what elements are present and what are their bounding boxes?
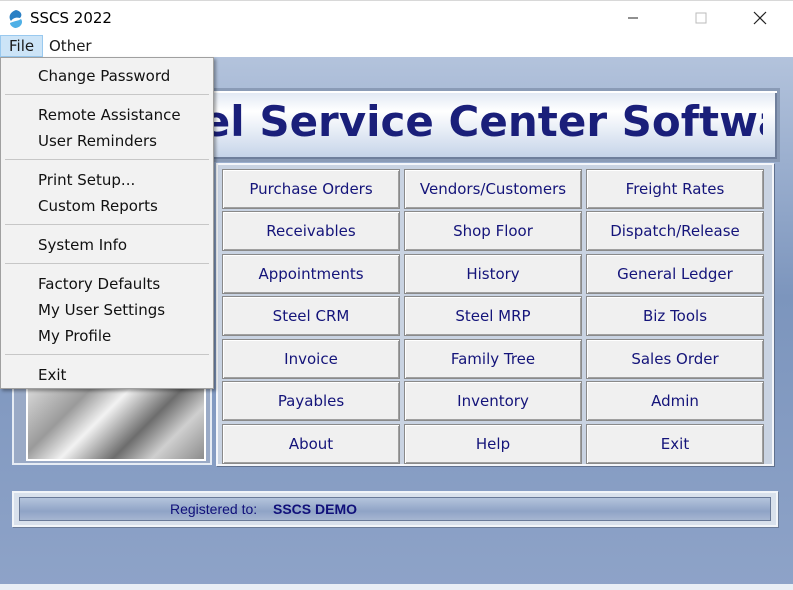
receivables-button[interactable]: Receivables xyxy=(222,211,400,251)
menu-item-my-profile[interactable]: My Profile xyxy=(38,327,111,345)
about-button[interactable]: About xyxy=(222,424,400,464)
purchase-orders-button[interactable]: Purchase Orders xyxy=(222,169,400,209)
window-title: SSCS 2022 xyxy=(30,9,112,27)
vendors-customers-button[interactable]: Vendors/Customers xyxy=(404,169,582,209)
sales-order-button[interactable]: Sales Order xyxy=(586,339,764,379)
menu-item-factory-defaults[interactable]: Factory Defaults xyxy=(38,275,160,293)
menu-other[interactable]: Other xyxy=(41,35,100,57)
menu-item-change-password[interactable]: Change Password xyxy=(38,67,170,85)
freight-rates-button[interactable]: Freight Rates xyxy=(586,169,764,209)
exit-button[interactable]: Exit xyxy=(586,424,764,464)
menu-item-custom-reports[interactable]: Custom Reports xyxy=(38,197,158,215)
maximize-icon xyxy=(695,12,707,24)
menu-item-user-reminders[interactable]: User Reminders xyxy=(38,132,157,150)
close-button[interactable] xyxy=(737,1,783,35)
banner-title: Steel Service Center Software 2022 xyxy=(123,97,763,146)
status-panel: Registered to: SSCS DEMO xyxy=(19,497,771,521)
menu-separator xyxy=(5,354,209,355)
general-ledger-button[interactable]: General Ledger xyxy=(586,254,764,294)
file-dropdown-menu: Change Password Remote Assistance User R… xyxy=(0,57,214,389)
title-bar: SSCS 2022 xyxy=(0,0,793,35)
inventory-button[interactable]: Inventory xyxy=(404,381,582,421)
menu-separator xyxy=(5,263,209,264)
steel-mrp-button[interactable]: Steel MRP xyxy=(404,296,582,336)
dispatch-release-button[interactable]: Dispatch/Release xyxy=(586,211,764,251)
module-grid: Purchase Orders Vendors/Customers Freigh… xyxy=(216,163,774,466)
history-button[interactable]: History xyxy=(404,254,582,294)
menu-item-system-info[interactable]: System Info xyxy=(38,236,127,254)
payables-button[interactable]: Payables xyxy=(222,381,400,421)
registered-label: Registered to: xyxy=(170,501,258,517)
registered-value: SSCS DEMO xyxy=(273,501,358,517)
maximize-button[interactable] xyxy=(678,1,724,35)
menu-separator xyxy=(5,224,209,225)
minimize-button[interactable] xyxy=(610,1,656,35)
app-logo-icon xyxy=(9,10,23,28)
close-icon xyxy=(753,11,767,25)
status-bar: Registered to: SSCS DEMO xyxy=(12,491,778,527)
menu-bar: File Other xyxy=(0,35,793,57)
menu-separator xyxy=(5,94,209,95)
menu-item-exit[interactable]: Exit xyxy=(38,366,66,384)
menu-item-print-setup[interactable]: Print Setup... xyxy=(38,171,135,189)
minimize-icon xyxy=(628,17,638,19)
bottom-edge xyxy=(0,584,793,590)
appointments-button[interactable]: Appointments xyxy=(222,254,400,294)
title-banner: Steel Service Center Software 2022 xyxy=(120,88,780,162)
family-tree-button[interactable]: Family Tree xyxy=(404,339,582,379)
shop-floor-button[interactable]: Shop Floor xyxy=(404,211,582,251)
menu-separator xyxy=(5,159,209,160)
admin-button[interactable]: Admin xyxy=(586,381,764,421)
menu-file[interactable]: File xyxy=(0,35,44,57)
steel-crm-button[interactable]: Steel CRM xyxy=(222,296,400,336)
menu-item-remote-assistance[interactable]: Remote Assistance xyxy=(38,106,181,124)
invoice-button[interactable]: Invoice xyxy=(222,339,400,379)
help-button[interactable]: Help xyxy=(404,424,582,464)
biz-tools-button[interactable]: Biz Tools xyxy=(586,296,764,336)
menu-item-my-user-settings[interactable]: My User Settings xyxy=(38,301,165,319)
